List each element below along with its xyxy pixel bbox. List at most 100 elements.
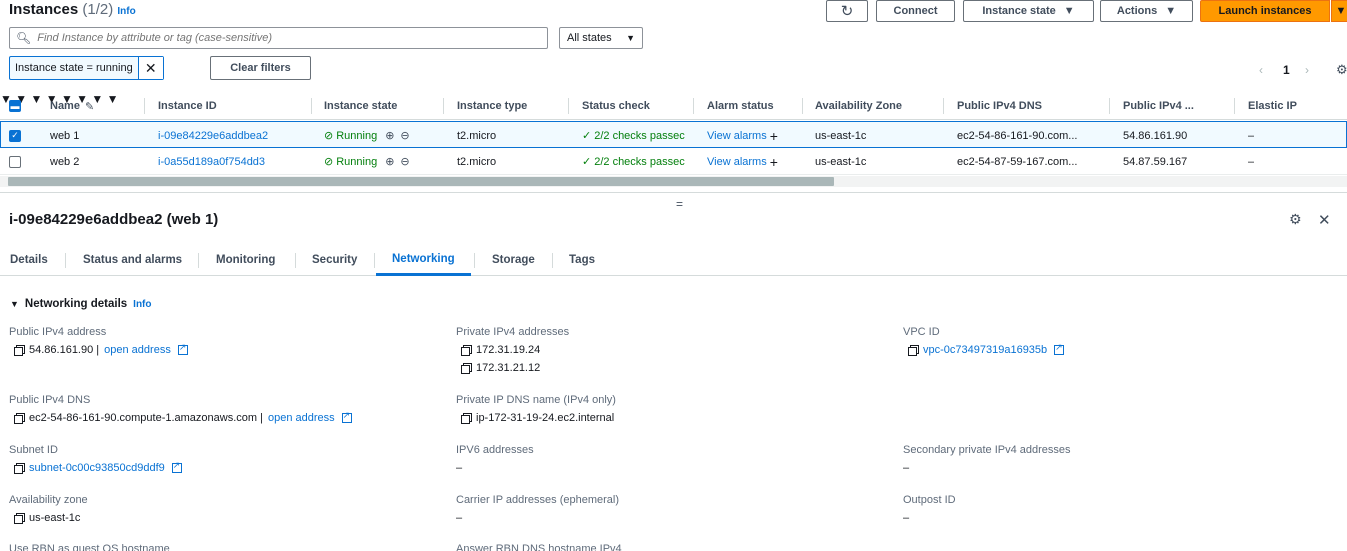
tab-storage[interactable]: Storage — [492, 244, 535, 276]
col-public-ipv4[interactable]: Public IPv4 ... — [1123, 92, 1194, 120]
col-name[interactable]: Name ✎ — [50, 92, 94, 120]
select-all-checkbox[interactable]: ▬ — [9, 92, 21, 120]
copy-icon[interactable] — [908, 345, 919, 356]
field-label: Availability zone — [9, 494, 88, 506]
external-link-icon[interactable] — [177, 342, 188, 355]
col-instance-id[interactable]: Instance ID — [158, 92, 217, 120]
pane-splitter[interactable] — [0, 192, 1347, 198]
cell-eip: – — [1248, 129, 1255, 142]
close-icon[interactable]: ✕ — [138, 57, 163, 79]
cell-state: ⊘ Running ⊕ ⊖ — [324, 155, 410, 169]
zoom-out-icon[interactable]: ⊖ — [400, 129, 409, 142]
scrollbar-thumb[interactable] — [8, 177, 834, 186]
clear-filters-button[interactable]: Clear filters — [210, 56, 311, 80]
tab-status-and-alarms[interactable]: Status and alarms — [83, 244, 182, 276]
page-number[interactable]: 1 — [1283, 63, 1290, 77]
launch-instances-button[interactable]: Launch instances — [1200, 0, 1330, 22]
search-field[interactable]: 🔍︎ — [9, 27, 548, 49]
cell-az: us-east-1c — [815, 129, 867, 142]
connect-button[interactable]: Connect — [876, 0, 955, 22]
networking-details-header[interactable]: ▼ Networking details Info — [10, 298, 152, 310]
cell-state: ⊘ Running ⊕ ⊖ — [324, 129, 410, 143]
col-status-check[interactable]: Status check — [582, 92, 650, 120]
copy-icon[interactable] — [14, 463, 25, 474]
copy-icon[interactable] — [14, 413, 25, 424]
cell-ip: 54.87.59.167 — [1123, 155, 1188, 168]
launch-dropdown-button[interactable]: ▼ — [1331, 0, 1347, 22]
copy-icon[interactable] — [461, 363, 472, 374]
sort-icon[interactable]: ▼ — [30, 92, 42, 106]
row-checkbox[interactable]: ✓ — [9, 122, 21, 149]
filter-token: Instance state = running ✕ — [9, 56, 164, 80]
copy-icon[interactable] — [14, 513, 25, 524]
copy-icon[interactable] — [461, 413, 472, 424]
refresh-button[interactable]: ↻ — [826, 0, 868, 22]
zoom-out-icon[interactable]: ⊖ — [400, 155, 409, 168]
instance-state-button[interactable]: Instance state ▼ — [963, 0, 1094, 22]
next-page-icon[interactable]: › — [1305, 63, 1309, 77]
check-circle-icon: ✓ — [582, 156, 592, 168]
tab-security[interactable]: Security — [312, 244, 357, 276]
external-link-icon[interactable] — [171, 460, 182, 473]
copy-icon[interactable] — [14, 345, 25, 356]
info-link[interactable]: Info — [133, 299, 151, 310]
subnet-link[interactable]: subnet-0c00c93850cd9ddf9 — [29, 462, 165, 474]
field-label: Public IPv4 address — [9, 326, 107, 338]
tab-networking[interactable]: Networking — [376, 244, 471, 276]
filter-token-label: Instance state = running — [10, 57, 139, 79]
open-address-link[interactable]: open address — [268, 412, 335, 424]
drag-handle-icon[interactable]: = — [676, 197, 683, 211]
col-instance-state[interactable]: Instance state — [324, 92, 397, 120]
instance-id-link[interactable]: i-09e84229e6addbea2 — [158, 122, 268, 149]
field-label: VPC ID — [903, 326, 940, 338]
cell-az: us-east-1c — [815, 155, 867, 168]
caret-down-icon: ▼ — [1063, 5, 1075, 17]
secondary-value: – — [903, 462, 910, 474]
close-icon[interactable]: ✕ — [1318, 211, 1331, 229]
caret-down-icon: ▼ — [1165, 5, 1177, 17]
table-row[interactable]: web 2 i-0a55d189a0f754dd3 ⊘ Running ⊕ ⊖ t… — [0, 148, 1347, 175]
external-link-icon[interactable] — [341, 410, 352, 423]
view-alarms-link[interactable]: View alarms + — [707, 122, 778, 149]
tab-monitoring[interactable]: Monitoring — [216, 244, 275, 276]
prev-page-icon[interactable]: ‹ — [1259, 63, 1263, 77]
zoom-in-icon[interactable]: ⊕ — [385, 129, 394, 142]
external-link-icon[interactable] — [1054, 342, 1065, 355]
table-header: ▬ Name ✎ Instance ID Instance state Inst… — [0, 92, 1347, 120]
cell-status: ✓ 2/2 checks passec — [582, 129, 685, 143]
col-availability-zone[interactable]: Availability Zone — [815, 92, 902, 120]
instance-id-link[interactable]: i-0a55d189a0f754dd3 — [158, 148, 265, 175]
view-alarms-link[interactable]: View alarms + — [707, 148, 778, 175]
field-label: Subnet ID — [9, 444, 58, 456]
detail-title: i-09e84229e6addbea2 (web 1) — [9, 211, 219, 228]
sort-icon[interactable]: ▼ — [107, 92, 119, 106]
open-address-link[interactable]: open address — [104, 344, 171, 356]
states-select[interactable]: All states ▼ — [559, 27, 643, 49]
private-ipv4-value: 172.31.19.24 — [461, 344, 540, 356]
cell-ip: 54.86.161.90 — [1123, 129, 1188, 142]
col-alarm-status[interactable]: Alarm status — [707, 92, 774, 120]
info-link[interactable]: Info — [117, 6, 135, 17]
copy-icon[interactable] — [461, 345, 472, 356]
row-checkbox[interactable] — [9, 148, 21, 175]
cell-name: web 2 — [50, 155, 80, 168]
plus-icon[interactable]: + — [770, 128, 778, 144]
table-row[interactable]: ✓ web 1 i-09e84229e6addbea2 ⊘ Running ⊕ ⊖… — [0, 121, 1347, 148]
carrier-value: – — [456, 512, 463, 524]
ipv6-value: – — [456, 462, 463, 474]
search-input[interactable] — [37, 32, 538, 44]
public-ipv4-value: 54.86.161.90 | open address — [14, 342, 188, 356]
col-instance-type[interactable]: Instance type — [457, 92, 527, 120]
vpc-link[interactable]: vpc-0c73497319a16935b — [923, 344, 1047, 356]
caret-down-icon: ▼ — [626, 33, 635, 43]
tab-details[interactable]: Details — [10, 244, 48, 276]
settings-icon[interactable]: ⚙ — [1289, 211, 1302, 228]
tab-tags[interactable]: Tags — [569, 244, 595, 276]
col-elastic-ip[interactable]: Elastic IP — [1248, 92, 1297, 120]
settings-icon[interactable]: ⚙ — [1336, 62, 1347, 78]
col-public-dns[interactable]: Public IPv4 DNS — [957, 92, 1042, 120]
subnet-value: subnet-0c00c93850cd9ddf9 — [14, 460, 182, 474]
plus-icon[interactable]: + — [770, 154, 778, 170]
actions-button[interactable]: Actions ▼ — [1100, 0, 1193, 22]
zoom-in-icon[interactable]: ⊕ — [385, 155, 394, 168]
